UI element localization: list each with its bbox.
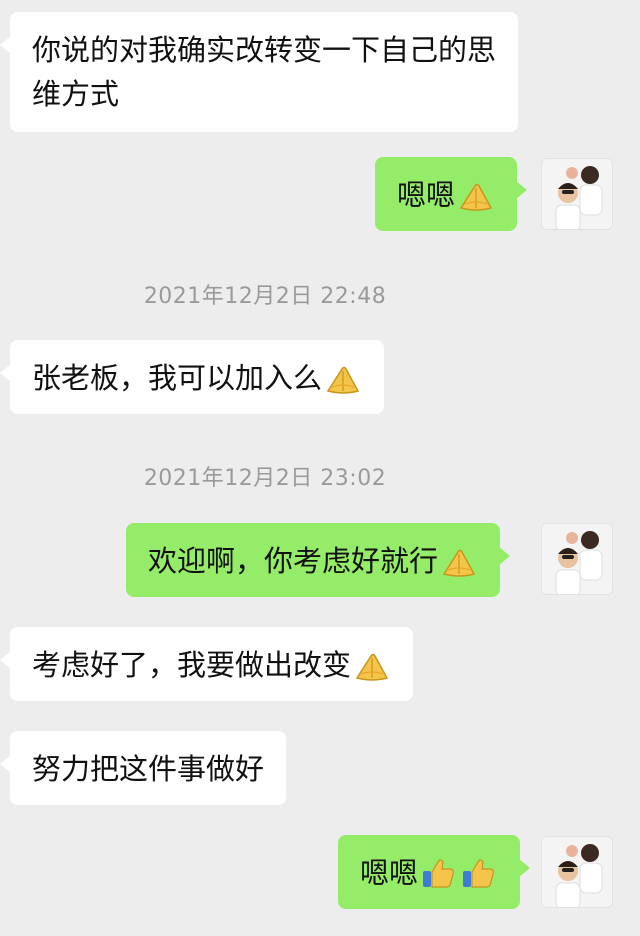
timestamp: 2021年12月2日 23:02 [143, 466, 387, 491]
message-text: 考虑好了，我要做出改变 [32, 648, 352, 682]
message-text: 张老板，我可以加入么 [32, 361, 323, 395]
avatar[interactable] [541, 836, 613, 908]
thumbs-up-emoji [460, 856, 498, 890]
timestamp: 2021年12月2日 22:48 [143, 284, 387, 309]
message-bubble-incoming[interactable]: 努力把这件事做好 [0, 731, 287, 805]
message-text: 欢迎啊，你考虑好就行 [148, 544, 439, 578]
message-bubble-outgoing[interactable]: 欢迎啊，你考虑好就行 [126, 523, 511, 597]
palms-together-emoji [324, 361, 362, 395]
thumbs-up-emoji [420, 856, 458, 890]
message-text: 努力把这件事做好 [32, 752, 265, 786]
avatar-photo-icon [542, 159, 612, 229]
palms-together-emoji [440, 544, 478, 578]
message-text: 你说的对我确实改转变一下自己的思维方式 [32, 33, 497, 111]
message-bubble-outgoing[interactable]: 嗯嗯 [375, 157, 528, 231]
palms-together-emoji [353, 648, 391, 682]
message-bubble-outgoing[interactable]: 嗯嗯 [338, 835, 531, 909]
avatar[interactable] [541, 523, 613, 595]
avatar[interactable] [541, 158, 613, 230]
avatar-photo-icon [542, 837, 612, 907]
chat-conversation: 你说的对我确实改转变一下自己的思维方式 嗯嗯 2021年12月2日 22:48 … [0, 0, 640, 936]
message-text: 嗯嗯 [397, 178, 456, 212]
message-bubble-incoming[interactable]: 张老板，我可以加入么 [0, 340, 385, 414]
message-text: 嗯嗯 [360, 856, 419, 890]
palms-together-emoji [457, 178, 495, 212]
message-bubble-incoming[interactable]: 考虑好了，我要做出改变 [0, 627, 414, 701]
avatar-photo-icon [542, 524, 612, 594]
message-bubble-incoming[interactable]: 你说的对我确实改转变一下自己的思维方式 [0, 12, 518, 132]
